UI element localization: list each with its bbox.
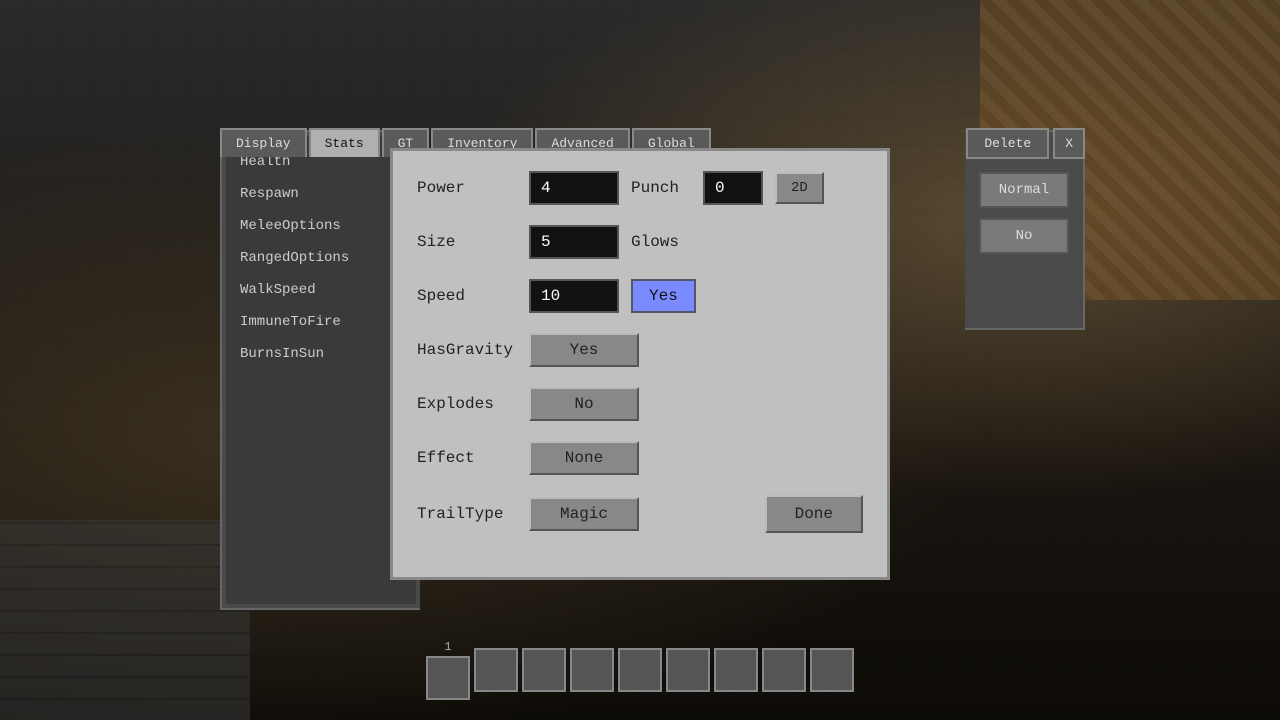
effect-row: Effect None — [417, 441, 863, 475]
trailtype-label: TrailType — [417, 505, 517, 523]
size-row: Size Glows — [417, 225, 863, 259]
delete-button[interactable]: Delete — [966, 128, 1049, 159]
hotbar-number: 1 — [426, 640, 470, 654]
no-button[interactable]: No — [979, 218, 1069, 254]
size-label: Size — [417, 233, 517, 251]
stats-dialog: Power Punch 2D Size Glows Speed Yes HasG… — [390, 148, 890, 580]
power-row: Power Punch 2D — [417, 171, 863, 205]
power-input[interactable] — [529, 171, 619, 205]
size-input[interactable] — [529, 225, 619, 259]
explodes-label: Explodes — [417, 395, 517, 413]
left-panel-item-melee[interactable]: MeleeOptions — [236, 210, 406, 242]
explodes-toggle[interactable]: No — [529, 387, 639, 421]
hotbar-slot-2[interactable] — [474, 648, 518, 692]
left-panel-item-ranged[interactable]: RangedOptions — [236, 242, 406, 274]
speed-row: Speed Yes — [417, 279, 863, 313]
effect-toggle[interactable]: None — [529, 441, 639, 475]
hasgravity-label: HasGravity — [417, 341, 517, 359]
hotbar-slot-3[interactable] — [522, 648, 566, 692]
power-label: Power — [417, 179, 517, 197]
speed-glows-toggle[interactable]: Yes — [631, 279, 696, 313]
hotbar-slot-4[interactable] — [570, 648, 614, 692]
hasgravity-toggle[interactable]: Yes — [529, 333, 639, 367]
close-button[interactable]: X — [1053, 128, 1085, 159]
normal-button[interactable]: Normal — [979, 172, 1069, 208]
hotbar: 1 — [426, 640, 854, 700]
hotbar-slot-7[interactable] — [714, 648, 758, 692]
hasgravity-row: HasGravity Yes — [417, 333, 863, 367]
hotbar-slot-1[interactable] — [426, 656, 470, 700]
hotbar-slot-9[interactable] — [810, 648, 854, 692]
tab-display[interactable]: Display — [220, 128, 307, 157]
tab-stats[interactable]: Stats — [309, 128, 380, 157]
left-panel-item-burnsinsun[interactable]: BurnsInSun — [236, 338, 406, 370]
trailtype-row: TrailType Magic Done — [417, 495, 863, 533]
glows-label: Glows — [631, 233, 691, 251]
left-panel-item-respawn[interactable]: Respawn — [236, 178, 406, 210]
trailtype-toggle[interactable]: Magic — [529, 497, 639, 531]
left-panel-item-walkspeed[interactable]: WalkSpeed — [236, 274, 406, 306]
hotbar-slot-6[interactable] — [666, 648, 710, 692]
explodes-row: Explodes No — [417, 387, 863, 421]
hotbar-slot-8[interactable] — [762, 648, 806, 692]
hotbar-slot-5[interactable] — [618, 648, 662, 692]
2d-button[interactable]: 2D — [775, 172, 824, 204]
top-right-buttons: Delete X — [966, 128, 1085, 159]
effect-label: Effect — [417, 449, 517, 467]
punch-input[interactable] — [703, 171, 763, 205]
speed-input[interactable] — [529, 279, 619, 313]
done-button[interactable]: Done — [765, 495, 863, 533]
punch-label: Punch — [631, 179, 691, 197]
right-panel: Normal No — [965, 130, 1085, 330]
speed-label: Speed — [417, 287, 517, 305]
left-panel-item-immunetofire[interactable]: ImmuneToFire — [236, 306, 406, 338]
stone-texture — [0, 520, 250, 720]
